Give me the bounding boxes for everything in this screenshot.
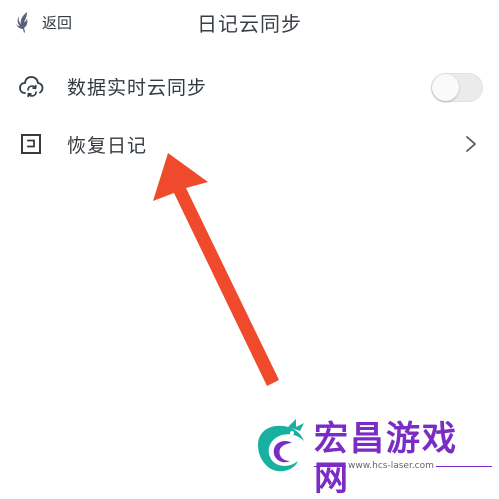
- realtime-sync-label: 数据实时云同步: [67, 77, 208, 99]
- watermark-divider-left: [314, 466, 346, 467]
- cloud-sync-icon: [19, 76, 44, 98]
- settings-row-realtime-sync: 数据实时云同步: [0, 61, 499, 111]
- page-title: 日记云同步: [197, 12, 302, 36]
- restore-diary-label: 恢复日记: [67, 135, 148, 157]
- dragon-logo-icon: [258, 419, 304, 472]
- header-bar: 返回 日记云同步: [0, 0, 499, 44]
- settings-row-restore-diary[interactable]: 恢复日记: [0, 119, 499, 169]
- watermark-url: www.hcs-laser.com: [348, 461, 434, 471]
- realtime-sync-toggle[interactable]: [431, 73, 483, 102]
- chevron-right-icon: [466, 136, 476, 152]
- restore-box-icon: [21, 134, 41, 154]
- watermark-divider-right: [436, 466, 492, 467]
- toggle-knob: [432, 74, 459, 101]
- watermark: 宏昌游戏网 www.hcs-laser.com: [252, 413, 492, 499]
- watermark-text: 宏昌游戏网: [314, 419, 458, 499]
